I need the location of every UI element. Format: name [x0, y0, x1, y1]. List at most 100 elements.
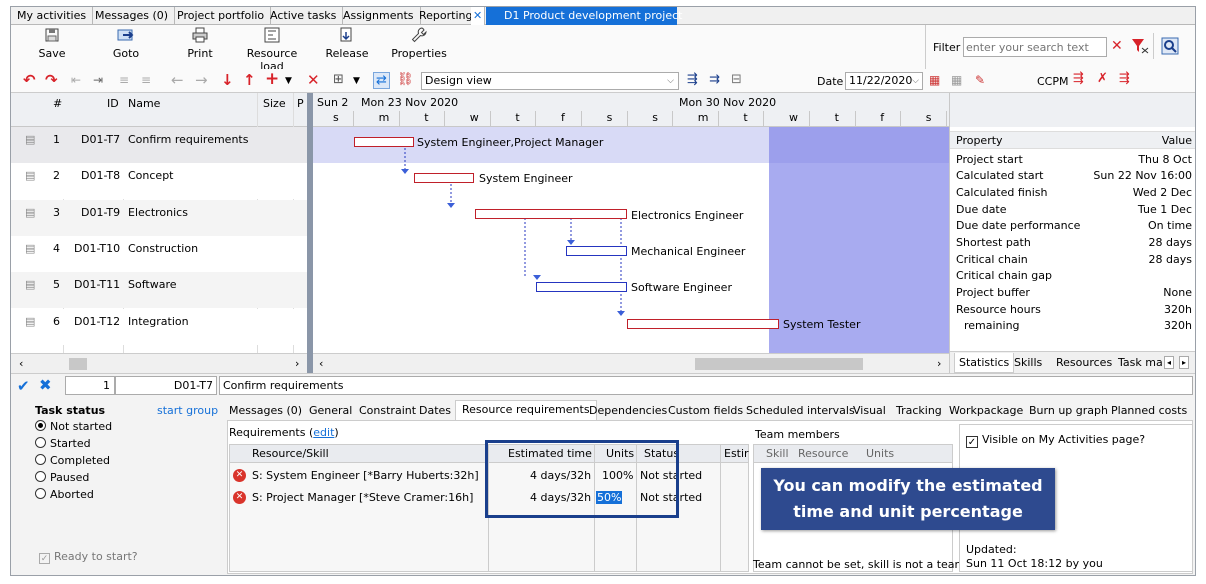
- gantt-scroll-icon[interactable]: ⇉: [709, 72, 720, 88]
- link-icon[interactable]: ⇄: [373, 72, 390, 89]
- clear-filter-icon[interactable]: ✕: [1111, 38, 1123, 54]
- status-option-paused[interactable]: Paused: [35, 471, 89, 484]
- tab-workpackage[interactable]: Workpackage: [949, 402, 1023, 420]
- column-num[interactable]: #: [53, 97, 62, 110]
- table-row[interactable]: ▤ 5 D01-T11 Software: [11, 272, 311, 308]
- column-estimated[interactable]: Estir: [724, 447, 749, 460]
- tab-project[interactable]: D1 Product development project: [486, 7, 682, 25]
- ccpm-remove-icon[interactable]: ✗: [1097, 71, 1108, 87]
- column-skill[interactable]: Skill: [766, 447, 789, 460]
- visible-checkbox[interactable]: ✓ Visible on My Activities page?: [966, 433, 1145, 448]
- release-button[interactable]: Release: [325, 27, 369, 60]
- status-option-completed[interactable]: Completed: [35, 454, 110, 467]
- tab-tracking[interactable]: Tracking: [896, 402, 942, 420]
- task-number-field[interactable]: 1: [65, 376, 115, 395]
- outdent-icon[interactable]: ⇤: [71, 72, 81, 88]
- tab-burn-up-graph[interactable]: Burn up graph: [1029, 402, 1108, 420]
- table-row[interactable]: ▤ 1 D01-T7 Confirm requirements: [11, 127, 311, 163]
- close-tab-icon[interactable]: ✕: [471, 7, 485, 25]
- task-bar[interactable]: [627, 319, 779, 329]
- calendar-icon[interactable]: ▦: [929, 72, 940, 88]
- scroll-left-icon[interactable]: ‹: [19, 357, 23, 370]
- column-name[interactable]: Name: [128, 97, 160, 110]
- insert-icon[interactable]: ⊞: [333, 72, 344, 88]
- task-bar[interactable]: [566, 246, 627, 256]
- radio[interactable]: [35, 471, 46, 482]
- left-scrollbar[interactable]: ‹ ›: [11, 353, 307, 373]
- column-p[interactable]: P: [297, 97, 304, 110]
- radio[interactable]: [35, 488, 46, 499]
- radio[interactable]: [35, 437, 46, 448]
- tab-planned-costs[interactable]: Planned costs: [1111, 402, 1187, 420]
- task-bar[interactable]: [475, 209, 627, 219]
- save-button[interactable]: Save: [37, 27, 67, 60]
- table-row[interactable]: ▤ 6 D01-T12 Integration: [11, 309, 311, 345]
- scroll-thumb[interactable]: [69, 358, 87, 370]
- tab-dependencies[interactable]: Dependencies: [589, 402, 667, 420]
- remove-icon[interactable]: ✕: [233, 469, 246, 482]
- tab-scheduled-intervals[interactable]: Scheduled intervals: [746, 402, 855, 420]
- calendar-alt-icon[interactable]: ▦: [951, 72, 962, 88]
- arrow-up-icon[interactable]: ↑: [243, 72, 256, 88]
- tab-project-portfolio[interactable]: Project portfolio: [171, 7, 272, 25]
- tab-scroll-left-icon[interactable]: ◂: [1164, 356, 1175, 369]
- edit-link[interactable]: edit: [313, 426, 334, 439]
- status-option-not-started[interactable]: Not started: [35, 420, 112, 433]
- undo-icon[interactable]: ↶: [23, 72, 36, 88]
- tab-scroll-right-icon[interactable]: ▸: [1179, 356, 1190, 369]
- goto-button[interactable]: Goto: [109, 27, 143, 60]
- column-team-units[interactable]: Units: [866, 447, 894, 460]
- scroll-left-icon[interactable]: ‹: [319, 357, 323, 370]
- tab-messages[interactable]: Messages (0): [229, 402, 302, 420]
- tab-task-ma[interactable]: Task ma: [1118, 356, 1163, 369]
- table-row[interactable]: ▤ 3 D01-T9 Electronics: [11, 200, 311, 236]
- status-option-aborted[interactable]: Aborted: [35, 488, 94, 501]
- date-select[interactable]: 11/22/2020 ⌵: [845, 72, 923, 90]
- remove-icon[interactable]: ✕: [233, 491, 246, 504]
- search-icon[interactable]: [1161, 37, 1179, 55]
- view-select[interactable]: Design view ⌵: [421, 72, 679, 90]
- column-resource[interactable]: Resource: [798, 447, 848, 460]
- tab-constraint[interactable]: Constraint: [359, 402, 416, 420]
- pencil-icon[interactable]: ✎: [975, 72, 985, 88]
- chevron-down-icon[interactable]: ▼: [285, 73, 292, 89]
- status-option-started[interactable]: Started: [35, 437, 91, 450]
- column-id[interactable]: ID: [107, 97, 119, 110]
- arrow-down-icon[interactable]: ↓: [221, 72, 234, 88]
- chevron-down-icon[interactable]: ▼: [353, 73, 360, 89]
- tab-dates[interactable]: Dates: [419, 402, 451, 420]
- expand-icon[interactable]: ≡: [141, 72, 151, 88]
- table-row[interactable]: ▤ 2 D01-T8 Concept: [11, 163, 311, 199]
- radio[interactable]: [35, 454, 46, 465]
- cancel-icon[interactable]: ✖: [39, 376, 52, 394]
- scroll-thumb[interactable]: [695, 358, 863, 370]
- confirm-icon[interactable]: ✔: [17, 377, 30, 395]
- column-size[interactable]: Size: [263, 97, 286, 110]
- resource-load-button[interactable]: Resource load: [235, 27, 309, 73]
- tab-my-activities[interactable]: My activities: [11, 7, 94, 25]
- ccpm-buffer-icon[interactable]: ⇶: [1119, 71, 1130, 87]
- tab-messages[interactable]: Messages (0): [89, 7, 176, 25]
- tab-general[interactable]: General: [309, 402, 352, 420]
- collapse-icon[interactable]: ≡: [119, 72, 129, 88]
- start-group-link[interactable]: start group: [157, 404, 218, 417]
- filter-funnel-icon[interactable]: [1131, 38, 1149, 54]
- print-button[interactable]: Print: [187, 27, 213, 60]
- redo-icon[interactable]: ↷: [45, 72, 58, 88]
- task-bar[interactable]: [536, 282, 627, 292]
- tab-skills[interactable]: Skills: [1014, 356, 1042, 369]
- add-icon[interactable]: +: [265, 71, 279, 88]
- gantt-fit-icon[interactable]: ⊟: [731, 72, 742, 88]
- arrow-left-icon[interactable]: ←: [171, 72, 184, 88]
- tab-statistics[interactable]: Statistics: [954, 353, 1015, 373]
- properties-button[interactable]: Properties: [391, 27, 447, 60]
- tab-visual[interactable]: Visual: [853, 402, 886, 420]
- tab-resource-requirements[interactable]: Resource requirements: [455, 400, 597, 420]
- task-id-field[interactable]: D01-T7: [115, 376, 217, 395]
- tab-resources[interactable]: Resources: [1056, 356, 1112, 369]
- table-row[interactable]: ▤ 4 D01-T10 Construction: [11, 236, 311, 272]
- task-bar[interactable]: [354, 137, 414, 147]
- delete-icon[interactable]: ✕: [307, 72, 320, 88]
- gantt-scrollbar[interactable]: ‹ ›: [313, 353, 949, 373]
- tab-active-tasks[interactable]: Active tasks: [264, 7, 344, 25]
